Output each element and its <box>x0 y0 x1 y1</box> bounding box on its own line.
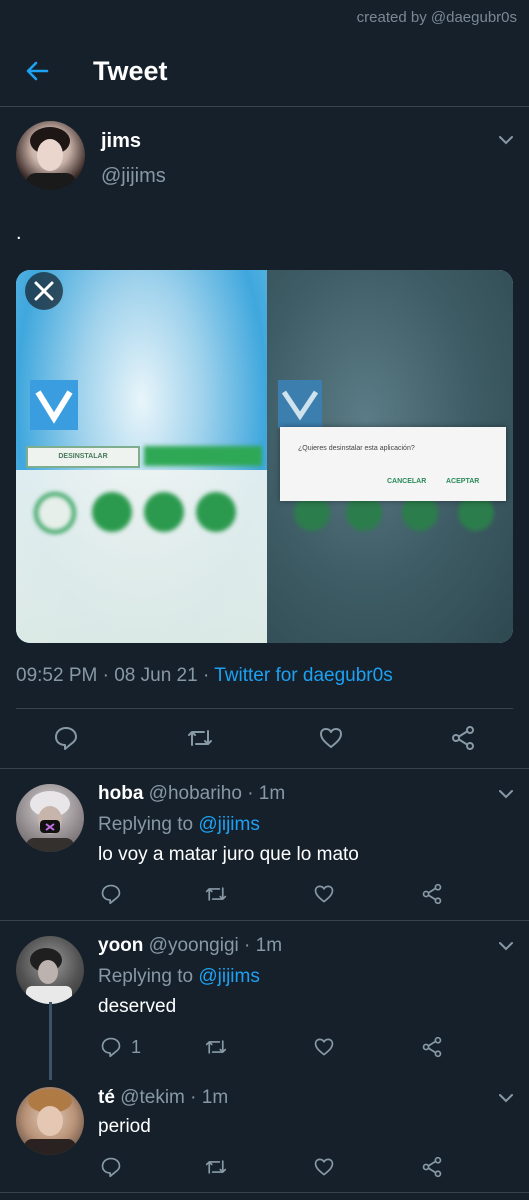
like-icon[interactable] <box>313 1036 335 1058</box>
author-handle[interactable]: @jijims <box>101 165 166 188</box>
credit-watermark: created by @daegubr0s <box>356 9 517 26</box>
replying-to-label: Replying to <box>98 966 199 987</box>
dialog-question: ¿Quieres desinstalar esta aplicación? <box>298 445 415 452</box>
share-icon[interactable] <box>421 1156 443 1178</box>
like-icon[interactable] <box>318 725 344 751</box>
avatar-image <box>24 1089 76 1155</box>
reply-author-name[interactable]: hoba <box>98 783 143 804</box>
app-icon <box>278 380 322 428</box>
like-icon[interactable] <box>313 1156 335 1178</box>
tweet-media[interactable]: DESINSTALAR ¿Quieres desinstalar esta ap… <box>16 270 513 643</box>
dialog-cancel: CANCELAR <box>387 478 427 485</box>
header-bar: Tweet <box>0 40 529 107</box>
rating-circle <box>34 492 76 534</box>
dialog-accept: ACEPTAR <box>446 478 480 485</box>
back-arrow-icon[interactable] <box>22 56 52 86</box>
reply-time: · 1m <box>238 935 283 956</box>
reply-author-name[interactable]: té <box>98 1087 115 1108</box>
reply-time: · 1m <box>184 1087 229 1108</box>
reply-icon[interactable] <box>100 1156 122 1178</box>
thread-connector <box>49 1002 52 1080</box>
retweet-icon[interactable] <box>204 883 228 905</box>
reply-author-handle[interactable]: @hobariho <box>149 783 242 804</box>
stat-circle <box>144 492 184 532</box>
reply-icon[interactable] <box>53 725 79 751</box>
reply-text: deserved <box>98 996 177 1017</box>
share-icon[interactable] <box>450 725 476 751</box>
page-title: Tweet <box>93 56 168 86</box>
chevron-down-icon[interactable] <box>497 788 515 800</box>
chevron-down-icon[interactable] <box>497 134 515 146</box>
retweet-icon[interactable] <box>186 725 214 751</box>
reply-text: period <box>98 1116 151 1137</box>
replying-to-link[interactable]: @jijims <box>198 814 260 835</box>
reply-author-handle[interactable]: @yoongigi <box>149 935 239 956</box>
close-media-button[interactable] <box>25 272 63 310</box>
avatar[interactable] <box>16 1087 84 1155</box>
share-icon[interactable] <box>421 1036 443 1058</box>
like-icon[interactable] <box>313 883 335 905</box>
divider <box>16 708 513 709</box>
divider <box>0 1192 529 1193</box>
author-name[interactable]: jims <box>101 130 141 153</box>
chevron-down-icon[interactable] <box>497 940 515 952</box>
retweet-icon[interactable] <box>204 1036 228 1058</box>
open-button <box>144 446 262 466</box>
divider <box>0 920 529 921</box>
reply-icon[interactable] <box>100 883 122 905</box>
avatar[interactable] <box>16 784 84 852</box>
avatar[interactable] <box>16 121 85 190</box>
stat-circle <box>92 492 132 532</box>
tweet-meta: 09:52 PM · 08 Jun 21 · Twitter for daegu… <box>16 665 393 687</box>
reply-author-handle[interactable]: @tekim <box>120 1087 185 1108</box>
close-icon <box>34 281 54 301</box>
stat-circle <box>196 492 236 532</box>
reply-icon[interactable] <box>100 1036 122 1058</box>
tweet-source[interactable]: Twitter for daegubr0s <box>214 665 392 686</box>
avatar[interactable] <box>16 936 84 1004</box>
tweet-timestamp: 09:52 PM · 08 Jun 21 · <box>16 665 215 686</box>
share-icon[interactable] <box>421 883 443 905</box>
tweet-text: . <box>16 222 22 244</box>
reply-time: · 1m <box>241 783 286 804</box>
avatar-image <box>26 127 76 190</box>
reply-text: lo voy a matar juro que lo mato <box>98 844 359 865</box>
uninstall-button: DESINSTALAR <box>26 446 140 468</box>
chevron-down-icon[interactable] <box>497 1092 515 1104</box>
app-icon <box>30 380 78 430</box>
avatar-image <box>26 791 74 852</box>
replying-to-label: Replying to <box>98 814 199 835</box>
avatar-image <box>26 948 72 1004</box>
reply-count: 1 <box>131 1037 142 1057</box>
replying-to-link[interactable]: @jijims <box>198 966 260 987</box>
divider <box>0 768 529 769</box>
uninstall-dialog: ¿Quieres desinstalar esta aplicación? CA… <box>280 427 506 501</box>
reply-author-name[interactable]: yoon <box>98 935 143 956</box>
retweet-icon[interactable] <box>204 1156 228 1178</box>
